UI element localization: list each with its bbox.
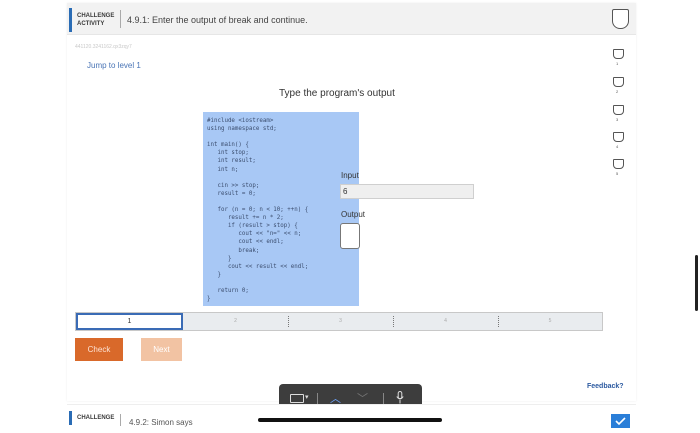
header-divider <box>120 10 121 28</box>
code-line: } <box>207 271 221 278</box>
next-challenge-card: CHALLENGE 4.9.2: Simon says <box>67 404 636 428</box>
code-line: int main() { <box>207 142 249 149</box>
code-line: cout << result << endl; <box>207 263 309 270</box>
code-line: cin >> stop; <box>207 182 260 189</box>
code-line: int stop; <box>207 150 249 157</box>
activity-header: CHALLENGE ACTIVITY 4.9.1: Enter the outp… <box>67 3 636 35</box>
check-button[interactable]: Check <box>75 338 123 361</box>
code-line: break; <box>207 247 260 254</box>
progress-segment-4: 4 <box>444 318 447 324</box>
code-line: int result; <box>207 158 256 165</box>
progress-segment-1[interactable]: 1 <box>76 313 183 330</box>
code-line: int n; <box>207 166 239 173</box>
shield-icon <box>612 9 629 29</box>
checkmark-icon <box>611 414 630 428</box>
challenge-badge: CHALLENGE <box>69 411 114 425</box>
output-label: Output <box>341 210 366 219</box>
jump-to-level-link[interactable]: Jump to level 1 <box>87 61 141 70</box>
progress-segment-5: 5 <box>548 318 552 324</box>
keyboard-icon[interactable] <box>290 394 304 403</box>
output-field[interactable] <box>340 223 360 249</box>
level-3-icon[interactable] <box>613 105 624 115</box>
code-line: using namespace std; <box>207 126 277 133</box>
feedback-link[interactable]: Feedback? <box>587 383 624 390</box>
input-value: 6 <box>340 184 474 199</box>
code-line: } <box>207 296 211 303</box>
challenge-card: CHALLENGE ACTIVITY 4.9.1: Enter the outp… <box>67 3 636 401</box>
code-line: } <box>207 255 232 262</box>
next-button[interactable]: Next <box>141 338 182 361</box>
progress-segment-3: 3 <box>339 318 342 324</box>
level-5-icon[interactable] <box>613 159 624 169</box>
code-line: #include <iostream> <box>207 118 274 124</box>
code-line: result += n * 2; <box>207 215 284 222</box>
microphone-icon[interactable] <box>396 391 404 404</box>
progress-segment-2: 2 <box>234 318 237 324</box>
code-line: cout << endl; <box>207 239 284 246</box>
level-1-icon[interactable] <box>613 49 624 59</box>
chevron-down-small-icon: ▾ <box>305 394 309 401</box>
level-4-icon[interactable] <box>613 132 624 142</box>
activity-title: 4.9.1: Enter the output of break and con… <box>127 15 308 25</box>
input-label: Input <box>341 171 359 180</box>
prompt-text: Type the program's output <box>279 88 395 99</box>
home-indicator <box>258 418 442 422</box>
challenge-activity-badge: CHALLENGE ACTIVITY <box>69 8 117 32</box>
level-2-icon[interactable] <box>613 77 624 87</box>
code-line: cout << "n=" << n; <box>207 231 302 238</box>
code-line: for (n = 0; n < 10; ++n) { <box>207 207 309 214</box>
code-line: result = 0; <box>207 190 256 197</box>
next-activity-title: 4.9.2: Simon says <box>129 418 193 427</box>
level-progress-bar: 1 2 3 4 5 <box>75 312 603 331</box>
code-line: if (result > stop) { <box>207 223 298 230</box>
activity-id: 441120.3241162.qx3zqy7 <box>75 44 132 50</box>
code-block: #include <iostream> using namespace std; … <box>203 112 359 306</box>
scrollbar[interactable] <box>695 255 698 311</box>
code-line: return 0; <box>207 287 249 294</box>
